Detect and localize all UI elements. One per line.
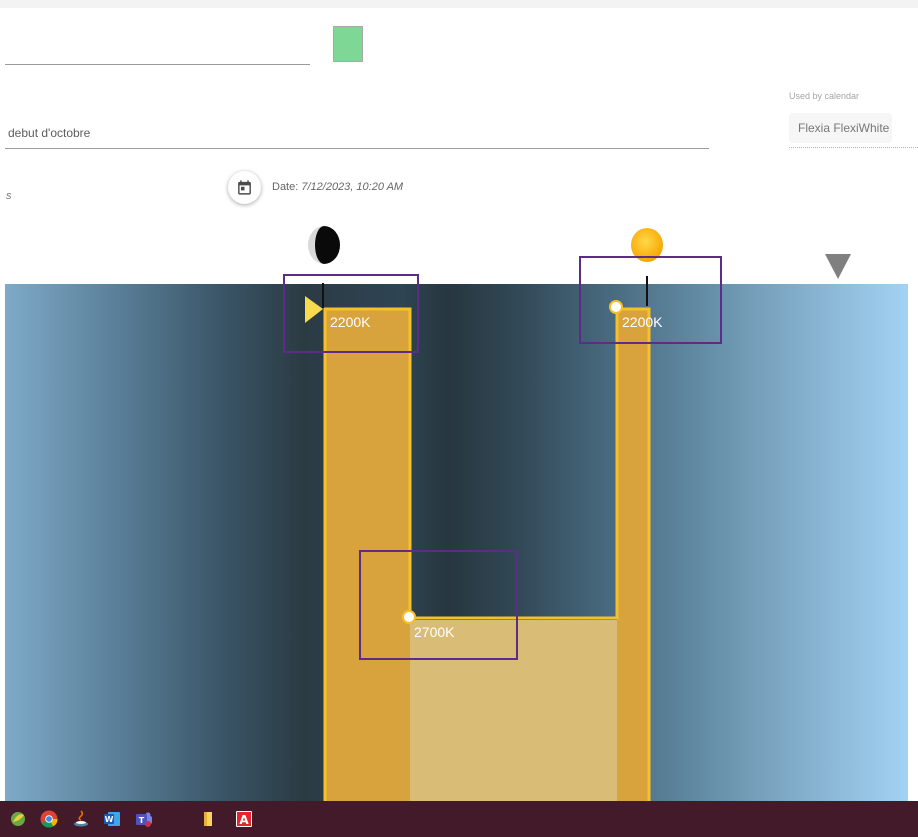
file-explorer-icon[interactable] — [199, 810, 217, 828]
word-icon[interactable]: W — [103, 810, 121, 828]
acrobat-icon[interactable]: A — [235, 810, 253, 828]
right-column-fill — [617, 309, 649, 801]
green-leaf-app-icon[interactable] — [9, 810, 27, 828]
chrome-icon[interactable] — [40, 810, 58, 828]
event-box-2[interactable] — [579, 256, 722, 344]
event-label-1: 2200K — [330, 314, 371, 330]
taskbar: W T A — [0, 801, 918, 837]
event-label-3: 2700K — [414, 624, 455, 640]
color-temperature-graph — [305, 276, 651, 801]
event-box-3[interactable] — [359, 550, 518, 660]
event-label-2: 2200K — [622, 314, 663, 330]
teams-icon[interactable]: T — [135, 810, 153, 828]
svg-text:A: A — [239, 813, 249, 827]
svg-text:W: W — [105, 815, 114, 824]
java-icon[interactable] — [72, 810, 90, 828]
svg-text:T: T — [139, 816, 145, 825]
